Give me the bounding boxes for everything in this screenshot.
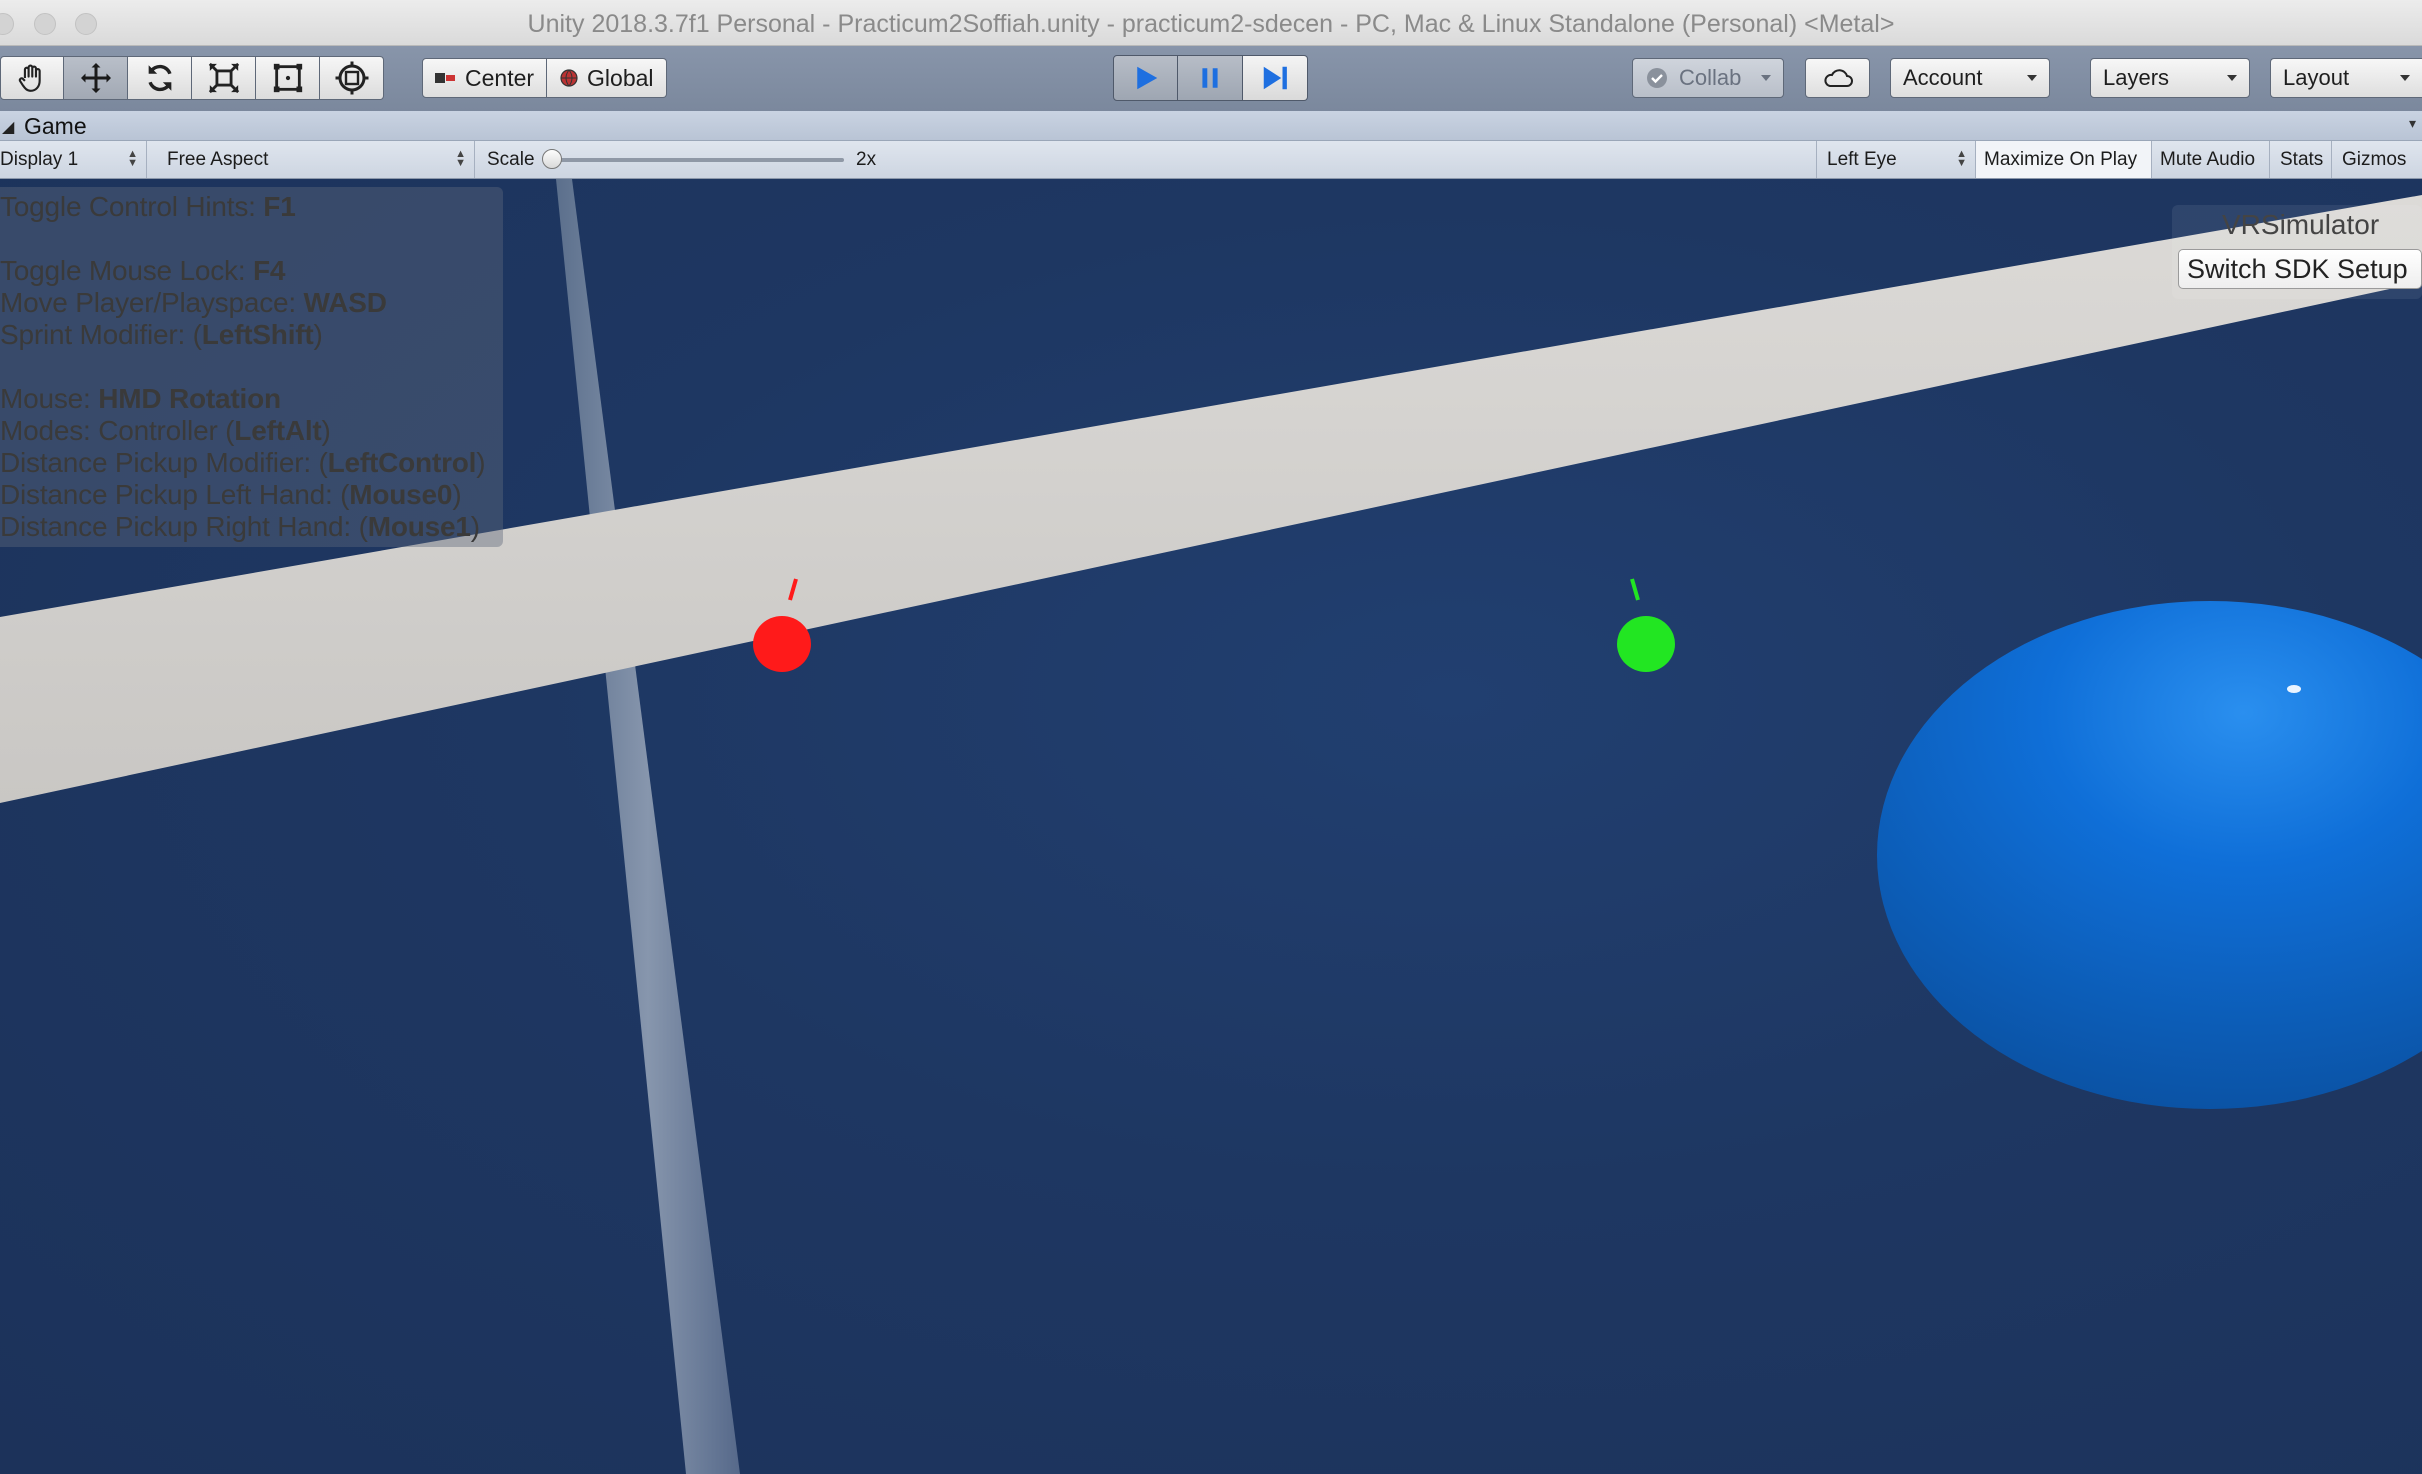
rect-tool-button[interactable]	[256, 56, 320, 100]
display-select[interactable]: Display 1 ▲ ▼	[0, 141, 147, 178]
game-tab-header: ◢ Game ▾	[0, 111, 2422, 141]
move-tool-button[interactable]	[64, 56, 128, 100]
stats-toggle[interactable]: Stats	[2270, 141, 2332, 178]
right-controller-green-ball	[1617, 616, 1675, 672]
account-label: Account	[1903, 65, 1983, 90]
hint-sprint: Sprint Modifier: (LeftShift)	[0, 319, 323, 350]
account-dropdown[interactable]: Account	[1890, 58, 2050, 98]
right-controller-pointer	[1630, 578, 1640, 601]
mute-audio-toggle[interactable]: Mute Audio	[2152, 141, 2270, 178]
scale-label: Scale	[487, 149, 535, 170]
step-button[interactable]	[1243, 55, 1308, 101]
game-view-controls: Display 1 ▲ ▼ Free Aspect ▲ ▼ Scale 2x Lef…	[0, 141, 2422, 179]
sphere-highlight	[2287, 685, 2301, 693]
gizmos-label: Gizmos	[2342, 149, 2407, 170]
game-viewport[interactable]: Toggle Control Hints: F1 Toggle Mouse Lo…	[0, 179, 2422, 1474]
collab-dropdown[interactable]: Collab	[1632, 58, 1784, 98]
gizmos-toggle[interactable]: Gizmos	[2332, 141, 2422, 178]
aspect-select[interactable]: Free Aspect ▲ ▼	[157, 141, 475, 178]
play-button[interactable]	[1113, 55, 1178, 101]
layers-dropdown[interactable]: Layers	[2090, 58, 2250, 98]
display-select-value: Display 1	[0, 149, 79, 170]
chevron-down-icon	[2400, 75, 2410, 81]
left-controller-red-ball	[753, 616, 811, 672]
maximize-on-play-label: Maximize On Play	[1984, 149, 2138, 170]
scale-slider-handle[interactable]	[542, 149, 562, 169]
window-title: Unity 2018.3.7f1 Personal - Practicum2So…	[527, 10, 1895, 38]
stats-label: Stats	[2280, 149, 2324, 170]
space-global-button[interactable]: Global	[547, 58, 667, 98]
pivot-center-label: Center	[465, 64, 535, 91]
pivot-toggle-group: Center Global	[422, 58, 667, 98]
hint-distance-right: Distance Pickup Right Hand: (Mouse1)	[0, 511, 480, 542]
hint-move-player: Move Player/Playspace: WASD	[0, 287, 387, 318]
switch-sdk-setup-button[interactable]: Switch SDK Setup	[2178, 249, 2422, 289]
move-arrows-icon	[80, 63, 111, 93]
transform-tools	[0, 56, 384, 100]
rect-icon	[273, 63, 302, 93]
transform-icon	[335, 61, 368, 95]
rotate-icon	[147, 64, 172, 92]
eye-select-value: Left Eye	[1827, 149, 1897, 170]
vr-simulator-title: VRSimulator	[2222, 209, 2380, 240]
layout-dropdown[interactable]: Layout	[2270, 58, 2422, 98]
mute-audio-label: Mute Audio	[2160, 149, 2256, 170]
cloud-icon	[1823, 69, 1853, 87]
play-icon	[1136, 66, 1157, 90]
chevron-down-icon	[2027, 75, 2037, 81]
updown-arrows-icon: ▲ ▼	[127, 148, 138, 169]
hint-mouse-lock: Toggle Mouse Lock: F4	[0, 255, 286, 286]
vertical-pole	[556, 179, 740, 1474]
eye-select[interactable]: Left Eye ▲ ▼	[1816, 141, 1976, 178]
updown-arrows-icon: ▲ ▼	[455, 148, 466, 169]
hand-icon	[18, 64, 41, 92]
blue-sphere	[1877, 601, 2422, 1109]
globe-icon	[560, 69, 578, 87]
layout-label: Layout	[2283, 65, 2350, 90]
pause-icon	[1202, 68, 1218, 88]
maximize-on-play-toggle[interactable]: Maximize On Play	[1976, 141, 2152, 178]
tab-menu-icon[interactable]: ▾	[2409, 115, 2416, 132]
window-title-bar: Unity 2018.3.7f1 Personal - Practicum2So…	[0, 0, 2422, 46]
cloud-button[interactable]	[1805, 58, 1870, 98]
hint-distance-left: Distance Pickup Left Hand: (Mouse0)	[0, 479, 462, 510]
aspect-select-value: Free Aspect	[167, 149, 269, 170]
game-pacman-icon: ◢	[2, 119, 15, 136]
scale-icon	[208, 62, 239, 94]
chevron-down-icon	[2227, 75, 2237, 81]
space-global-label: Global	[587, 64, 654, 91]
hint-mouse: Mouse: HMD Rotation	[0, 383, 281, 414]
step-icon	[1263, 66, 1287, 90]
scale-value: 2x	[856, 149, 877, 170]
pivot-center-icon	[435, 73, 455, 83]
transform-tool-button[interactable]	[320, 56, 384, 100]
hint-toggle-control: Toggle Control Hints: F1	[0, 191, 296, 222]
tab-game[interactable]: Game	[24, 111, 87, 141]
hint-distance-modifier: Distance Pickup Modifier: (LeftControl)	[0, 447, 486, 478]
scale-tool-button[interactable]	[192, 56, 256, 100]
main-toolbar: Center Global Collab Account Layers Layo…	[0, 46, 2422, 111]
rotate-tool-button[interactable]	[128, 56, 192, 100]
hand-tool-button[interactable]	[0, 56, 64, 100]
scale-slider-track[interactable]	[552, 158, 844, 162]
updown-arrows-icon: ▲ ▼	[1956, 148, 1967, 169]
check-icon	[1647, 68, 1667, 88]
pivot-center-button[interactable]: Center	[422, 58, 548, 98]
layers-label: Layers	[2103, 65, 2170, 90]
chevron-down-icon	[1761, 75, 1771, 81]
pause-button[interactable]	[1178, 55, 1243, 101]
hint-modes: Modes: Controller (LeftAlt)	[0, 415, 331, 446]
playback-controls	[1113, 55, 1308, 101]
collab-label: Collab	[1679, 65, 1742, 90]
